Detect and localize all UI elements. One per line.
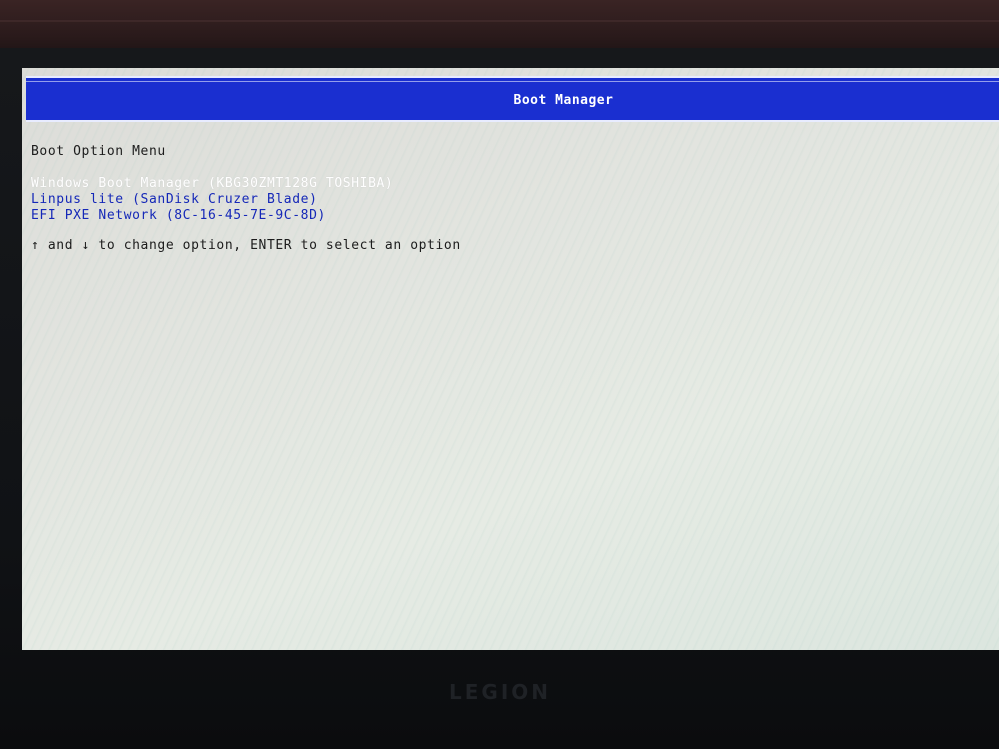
navigation-hint: ↑ and ↓ to change option, ENTER to selec… — [31, 238, 461, 253]
laptop-brand-logo: LEGION — [448, 680, 552, 704]
bios-screen: Boot Manager Boot Option Menu Windows Bo… — [22, 68, 999, 650]
title-bar: Boot Manager — [26, 76, 999, 122]
boot-option-linpus[interactable]: Linpus lite (SanDisk Cruzer Blade) — [31, 192, 461, 208]
page-title: Boot Manager — [513, 92, 614, 108]
boot-option-pxe[interactable]: EFI PXE Network (8C-16-45-7E-9C-8D) — [31, 208, 461, 224]
boot-menu: Boot Option Menu Windows Boot Manager (K… — [31, 144, 461, 254]
menu-header: Boot Option Menu — [31, 144, 166, 159]
boot-option-windows[interactable]: Windows Boot Manager (KBG30ZMT128G TOSHI… — [31, 176, 461, 192]
